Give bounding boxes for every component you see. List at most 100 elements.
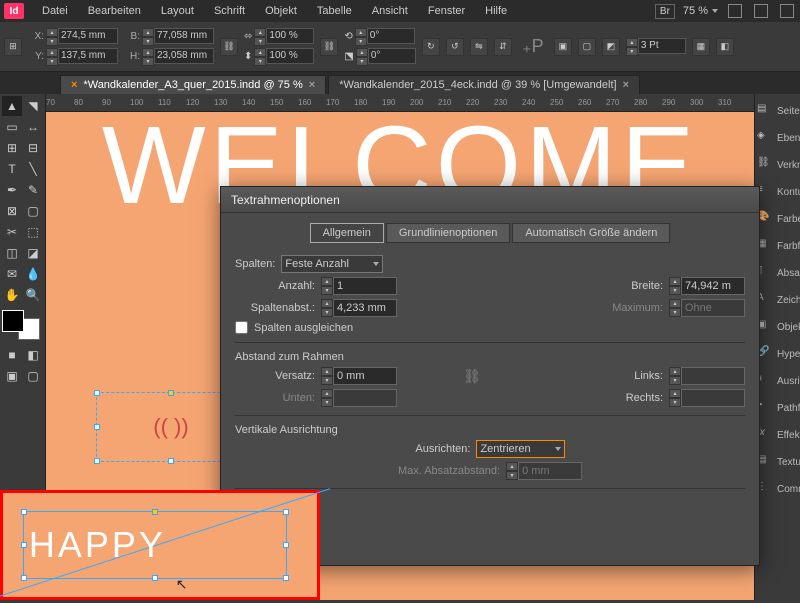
rotate-cw-icon[interactable]: ↻ (422, 38, 440, 56)
corner-options-icon[interactable]: ◧ (716, 38, 734, 56)
happy-frame[interactable]: HAPPY (23, 511, 287, 579)
rotate-input[interactable] (367, 28, 415, 44)
link-insets-icon[interactable]: ⛓ (463, 368, 481, 385)
panel-hyperlinks[interactable]: 🔗Hyperli (755, 341, 800, 367)
panel-objekt[interactable]: ▣Objekt (755, 314, 800, 340)
gutter-input[interactable] (333, 299, 397, 317)
flip-v-icon[interactable]: ⇵ (494, 38, 512, 56)
apply-gradient-icon[interactable]: ◧ (23, 345, 43, 365)
inset-preview: HAPPY ↖ (0, 490, 320, 600)
x-input[interactable] (58, 28, 118, 44)
zoom-level[interactable]: 75 % (683, 5, 718, 17)
panel-ausrichten[interactable]: ⫞Ausrich (755, 368, 800, 394)
valign-title: Vertikale Ausrichtung (235, 424, 745, 436)
eyedropper-tool[interactable]: 💧 (23, 264, 43, 284)
rectangle-tool[interactable]: ▢ (23, 201, 43, 221)
bridge-icon[interactable]: Br (655, 4, 675, 19)
count-input[interactable] (333, 277, 397, 295)
menu-hilfe[interactable]: Hilfe (477, 2, 515, 20)
content-collector-tool[interactable]: ⊞ (2, 138, 22, 158)
reference-point-icon[interactable]: ⊞ (4, 38, 22, 56)
gutter-label: Spaltenabst.: (235, 302, 315, 314)
pencil-tool[interactable]: ✎ (23, 180, 43, 200)
menu-layout[interactable]: Layout (153, 2, 202, 20)
menu-fenster[interactable]: Fenster (420, 2, 473, 20)
menu-schrift[interactable]: Schrift (206, 2, 253, 20)
menu-bearbeiten[interactable]: Bearbeiten (80, 2, 149, 20)
panel-comma[interactable]: ⋮Comma (755, 476, 800, 502)
panel-kontur[interactable]: ≡Kontur (755, 179, 800, 205)
content-placer-tool[interactable]: ⊟ (23, 138, 43, 158)
arrange-icon[interactable] (780, 4, 794, 18)
line-tool[interactable]: ╲ (23, 159, 43, 179)
inset-top-input[interactable] (333, 367, 397, 385)
preview-view-icon[interactable]: ▢ (23, 366, 43, 386)
fill-color-icon[interactable]: ◩ (602, 38, 620, 56)
type-tool[interactable]: T (2, 159, 22, 179)
note-tool[interactable]: ✉ (2, 264, 22, 284)
width-input[interactable] (154, 28, 214, 44)
dialog-title[interactable]: Textrahmenoptionen (221, 187, 759, 213)
inset-top-label: Versatz: (235, 370, 315, 382)
y-input[interactable] (58, 48, 118, 64)
valign-label: Ausrichten: (415, 443, 470, 455)
panel-pathfinder[interactable]: ◓Pathfin (755, 395, 800, 421)
tab-2[interactable]: *Wandkalender_2015_4eck.indd @ 39 % [Umg… (328, 75, 640, 94)
menu-ansicht[interactable]: Ansicht (364, 2, 416, 20)
scale-x-input[interactable] (266, 28, 314, 44)
panel-seiten[interactable]: ▤Seiten (755, 98, 800, 124)
dialog-tab-autosize[interactable]: Automatisch Größe ändern (512, 223, 670, 243)
fill-stroke-swatch[interactable] (2, 310, 40, 340)
inset-right-input (681, 389, 745, 407)
dialog-tab-grundlinien[interactable]: Grundlinienoptionen (386, 223, 510, 243)
normal-view-icon[interactable]: ▣ (2, 366, 22, 386)
scale-y-input[interactable] (266, 48, 314, 64)
stroke-weight-input[interactable] (638, 38, 686, 54)
panel-farbfelder[interactable]: ▦Farbfel (755, 233, 800, 259)
panel-farbe[interactable]: 🎨Farbe (755, 206, 800, 232)
direct-selection-tool[interactable]: ◥ (23, 96, 43, 116)
view-mode-icon[interactable] (728, 4, 742, 18)
close-icon[interactable]: × (623, 79, 629, 91)
close-icon[interactable]: × (309, 79, 315, 91)
panel-absatz[interactable]: ¶Absatz (755, 260, 800, 286)
menu-datei[interactable]: Datei (34, 2, 76, 20)
dialog-tab-allgemein[interactable]: Allgemein (310, 223, 384, 243)
flip-h-icon[interactable]: ⇋ (470, 38, 488, 56)
constrain-scale-icon[interactable]: ⛓ (320, 38, 338, 56)
max-input (681, 299, 745, 317)
selection-tool[interactable]: ▲ (2, 96, 22, 116)
panel-effekte[interactable]: fxEffekte (755, 422, 800, 448)
valign-select[interactable]: Zentrieren (476, 440, 564, 458)
constrain-wh-icon[interactable]: ⛓ (220, 38, 238, 56)
balance-checkbox[interactable] (235, 321, 248, 334)
textwrap-icon[interactable]: ▦ (692, 38, 710, 56)
panel-verknuepfungen[interactable]: ⛓Verknü (755, 152, 800, 178)
height-input[interactable] (154, 48, 214, 64)
apply-color-icon[interactable]: ■ (2, 345, 22, 365)
rectangle-frame-tool[interactable]: ⊠ (2, 201, 22, 221)
columns-mode-select[interactable]: Feste Anzahl (281, 255, 383, 273)
tab-active[interactable]: *Wandkalender_A3_quer_2015.indd @ 75 %× (60, 75, 326, 94)
gradient-feather-tool[interactable]: ◪ (23, 243, 43, 263)
page-tool[interactable]: ▭ (2, 117, 22, 137)
panel-ebenen[interactable]: ◈Ebenen (755, 125, 800, 151)
free-transform-tool[interactable]: ⬚ (23, 222, 43, 242)
col-width-input[interactable] (681, 277, 745, 295)
fit-frame-icon[interactable]: ▢ (578, 38, 596, 56)
hand-tool[interactable]: ✋ (2, 285, 22, 305)
zoom-tool[interactable]: 🔍 (23, 285, 43, 305)
pen-tool[interactable]: ✒ (2, 180, 22, 200)
gap-tool[interactable]: ↔ (23, 117, 43, 137)
rotate-ccw-icon[interactable]: ↺ (446, 38, 464, 56)
menu-tabelle[interactable]: Tabelle (309, 2, 360, 20)
scissors-tool[interactable]: ✂ (2, 222, 22, 242)
gradient-swatch-tool[interactable]: ◫ (2, 243, 22, 263)
shear-input[interactable] (368, 48, 416, 64)
panel-zeichen[interactable]: AZeicher (755, 287, 800, 313)
panel-textumfluss[interactable]: ▤Textum (755, 449, 800, 475)
screen-mode-icon[interactable] (754, 4, 768, 18)
menu-objekt[interactable]: Objekt (257, 2, 305, 20)
columns-label: Spalten: (235, 258, 275, 270)
fit-content-icon[interactable]: ▣ (554, 38, 572, 56)
